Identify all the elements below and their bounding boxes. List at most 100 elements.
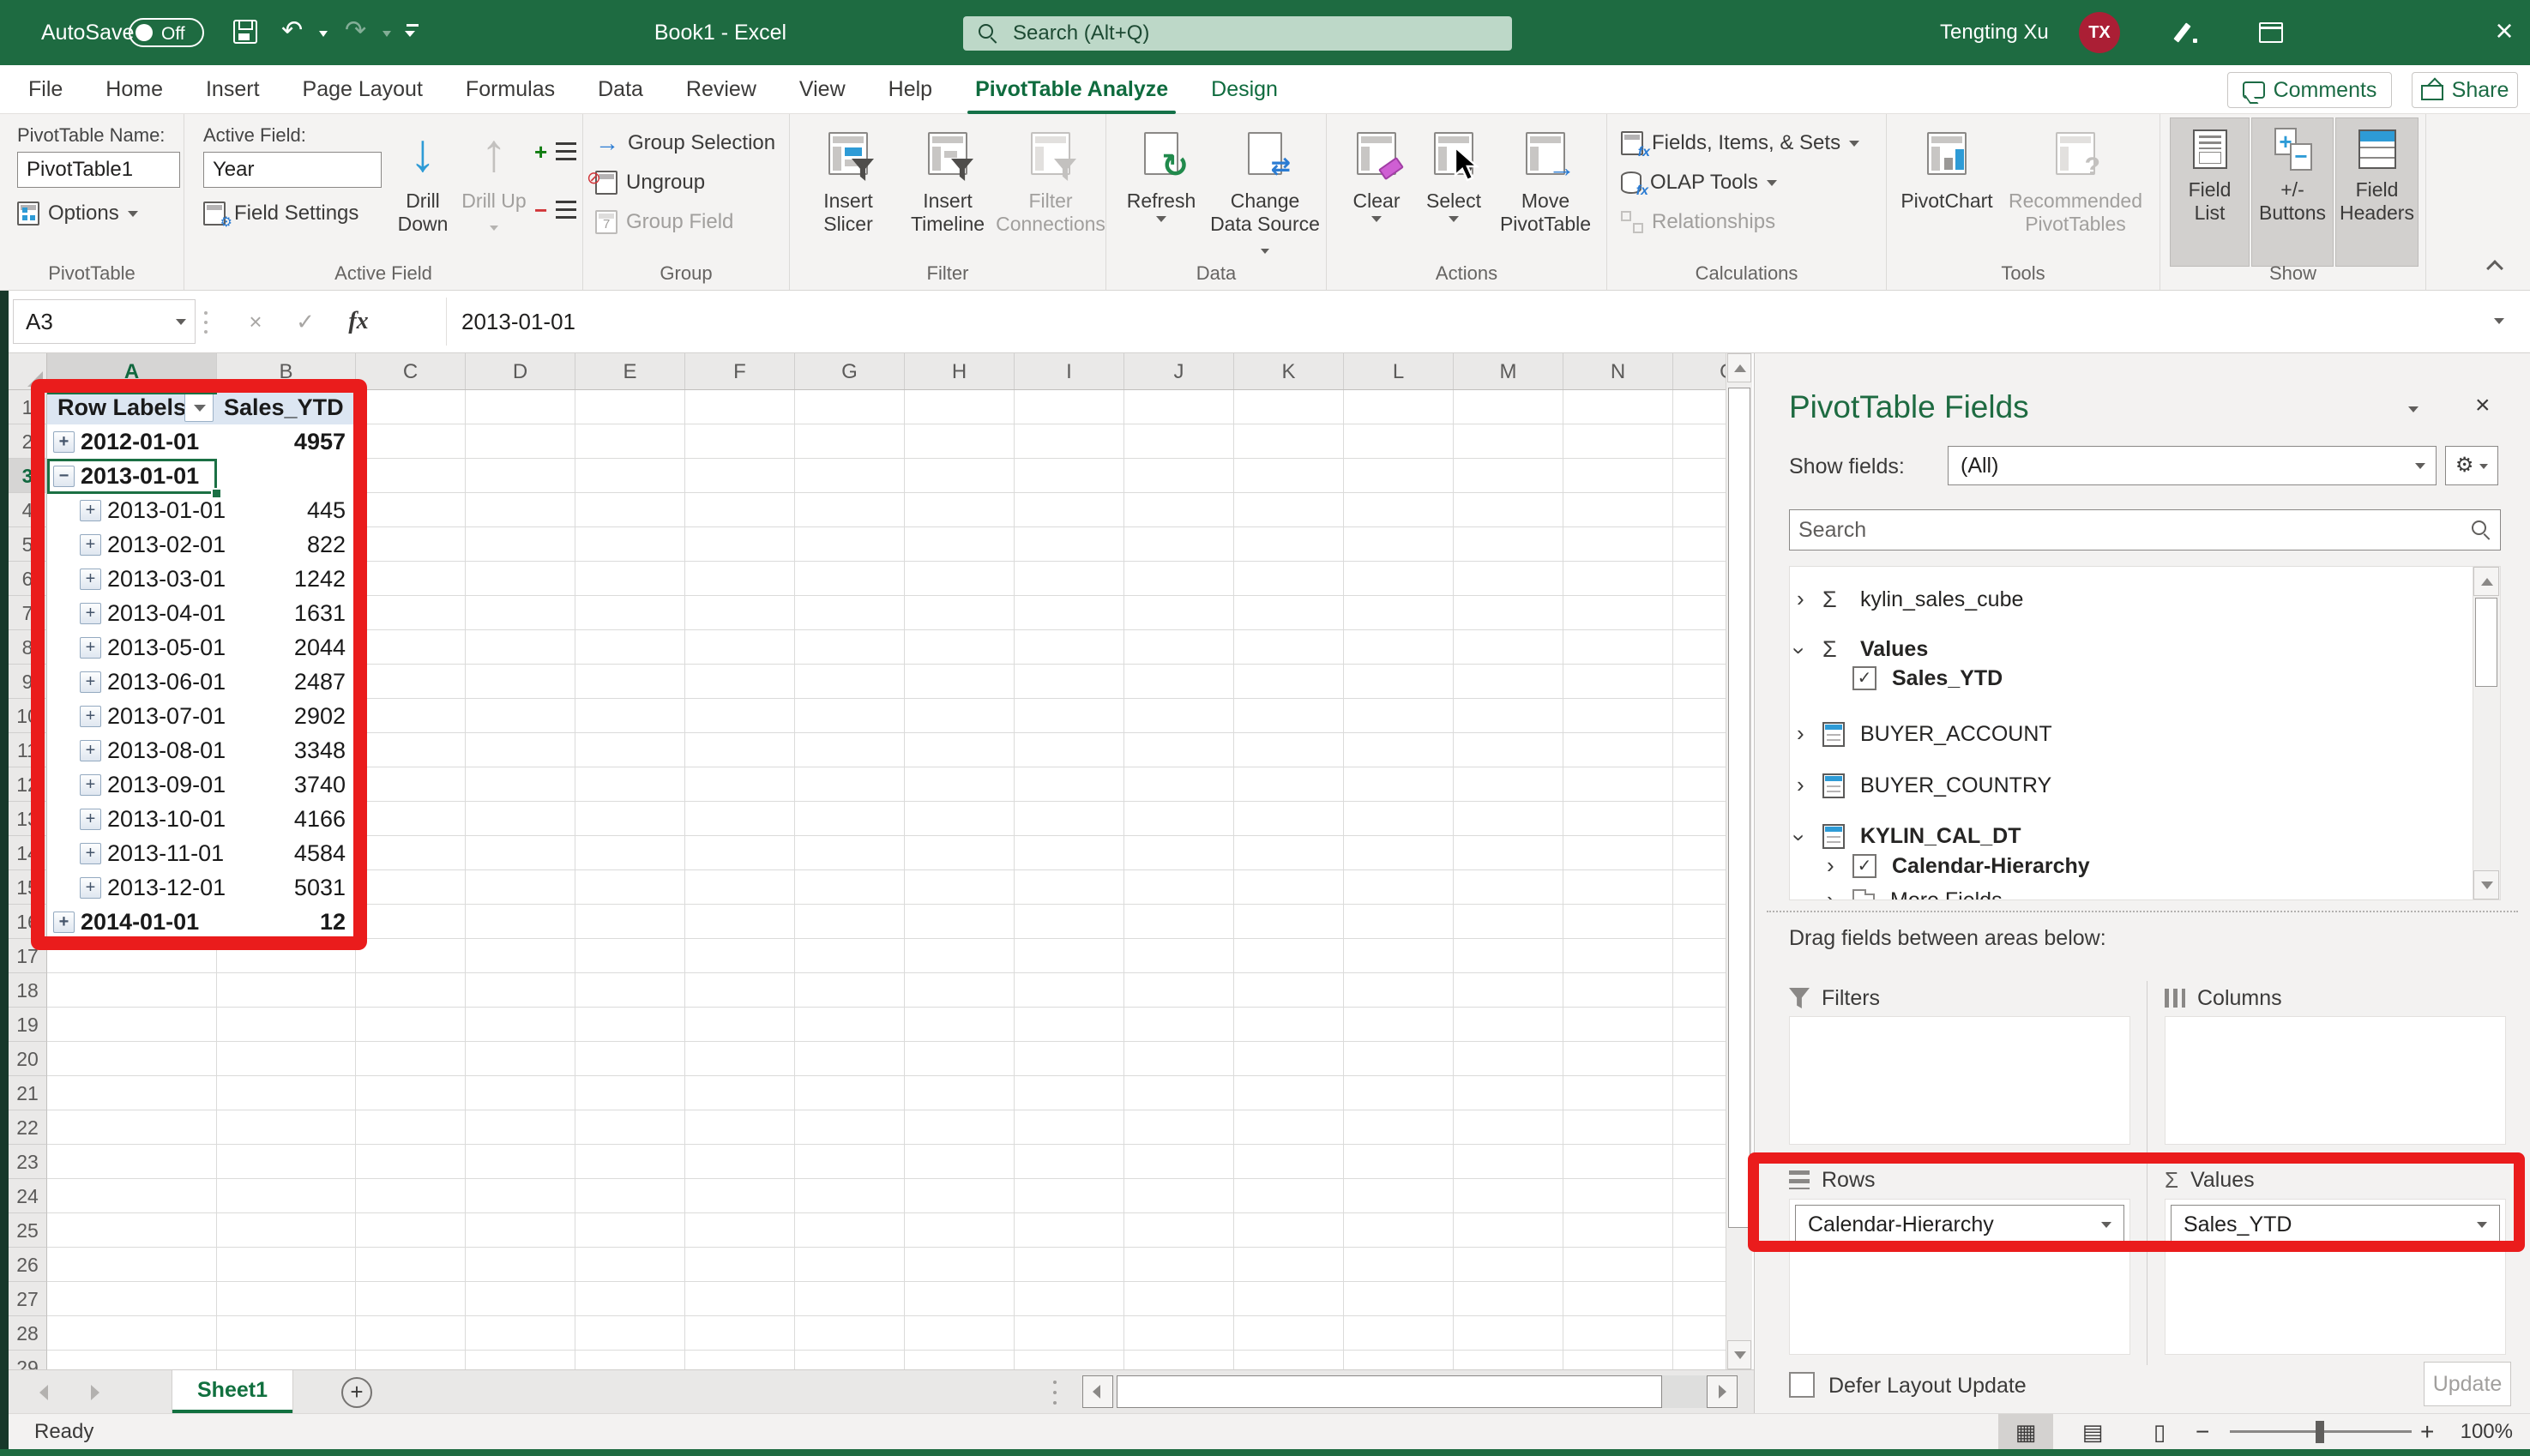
scroll-down-button[interactable] — [1727, 1340, 1751, 1369]
drill-down-button[interactable]: ↓ Drill Down — [389, 119, 457, 263]
tab-data[interactable]: Data — [576, 65, 665, 114]
save-icon[interactable] — [233, 20, 257, 44]
field-checkbox-checked[interactable]: ✓ — [1852, 854, 1876, 878]
collapse-chevron-icon[interactable]: › — [1790, 647, 1814, 655]
scroll-left-button[interactable] — [1082, 1375, 1113, 1408]
tab-file[interactable]: File — [7, 65, 84, 114]
collapse-ribbon-icon[interactable] — [2486, 260, 2503, 277]
column-header-c[interactable]: C — [356, 353, 466, 389]
row-header-21[interactable]: 21 — [9, 1076, 47, 1110]
field-list-toggle[interactable]: Field List — [2170, 117, 2250, 267]
tab-insert[interactable]: Insert — [184, 65, 281, 114]
expand-chevron-icon[interactable]: › — [1827, 885, 1834, 899]
collapse-chevron-icon[interactable]: › — [1790, 834, 1814, 842]
tab-design[interactable]: Design — [1190, 65, 1299, 114]
horizontal-scroll-thumb[interactable] — [1117, 1375, 1662, 1408]
change-data-source-button[interactable]: ⇄ Change Data Source — [1209, 119, 1321, 263]
active-field-input[interactable]: Year — [203, 152, 382, 188]
refresh-button[interactable]: ↻ Refresh — [1115, 119, 1208, 263]
comments-button[interactable]: Comments — [2227, 72, 2392, 108]
field-item-values[interactable]: › Σ Values — [1790, 634, 2469, 665]
columns-drop-area[interactable] — [2165, 1016, 2506, 1145]
row-header-29[interactable]: 29 — [9, 1351, 47, 1369]
column-header-i[interactable]: I — [1015, 353, 1124, 389]
field-item-kylin-sales-cube[interactable]: › Σkylin_sales_cube — [1790, 584, 2469, 615]
field-item-more-fields[interactable]: › More Fields — [1790, 885, 2469, 899]
tab-formulas[interactable]: Formulas — [444, 65, 576, 114]
insert-timeline-button[interactable]: Insert Timeline — [897, 119, 998, 263]
pane-tools-button[interactable]: ⚙ — [2445, 446, 2498, 485]
insert-function-icon[interactable]: fx — [336, 299, 381, 344]
formula-input[interactable]: 2013-01-01 — [461, 291, 575, 353]
expand-field-button[interactable]: + — [534, 135, 577, 169]
ribbon-display-options-icon[interactable] — [2259, 22, 2283, 43]
normal-view-button[interactable]: ▦ — [1998, 1414, 2053, 1450]
fields-scroll-thumb[interactable] — [2475, 598, 2497, 687]
undo-icon[interactable]: ↶ — [281, 0, 303, 65]
autosave-toggle[interactable]: Off — [129, 18, 204, 47]
zoom-slider-thumb[interactable] — [2316, 1421, 2324, 1443]
share-button[interactable]: Share — [2412, 72, 2518, 108]
row-header-25[interactable]: 25 — [9, 1213, 47, 1248]
tab-scroll-splitter[interactable] — [1053, 1381, 1057, 1405]
fields-scroll-down-button[interactable] — [2473, 870, 2499, 899]
column-header-f[interactable]: F — [685, 353, 795, 389]
pivottable-name-input[interactable]: PivotTable1 — [17, 152, 180, 188]
fields-list-scrollbar[interactable] — [2473, 567, 2500, 899]
quick-access-customize-icon[interactable] — [407, 24, 419, 27]
pane-options-caret-icon[interactable] — [2408, 406, 2419, 412]
ungroup-button[interactable]: ⊘ Ungroup — [587, 165, 705, 200]
column-header-d[interactable]: D — [466, 353, 575, 389]
row-header-20[interactable]: 20 — [9, 1042, 47, 1076]
minimize-button[interactable] — [2317, 0, 2377, 65]
select-button[interactable]: Select — [1415, 119, 1492, 263]
column-header-k[interactable]: K — [1234, 353, 1344, 389]
field-item-buyer-country[interactable]: › BUYER_COUNTRY — [1790, 770, 2469, 801]
expand-chevron-icon[interactable]: › — [1797, 770, 1804, 801]
row-header-24[interactable]: 24 — [9, 1179, 47, 1213]
page-layout-view-button[interactable]: ▤ — [2065, 1414, 2120, 1450]
column-header-g[interactable]: G — [795, 353, 905, 389]
field-item-kylin-cal-dt[interactable]: › KYLIN_CAL_DT — [1790, 821, 2469, 851]
tab-home[interactable]: Home — [84, 65, 184, 114]
horizontal-scroll-track[interactable] — [1662, 1375, 1707, 1408]
row-header-27[interactable]: 27 — [9, 1282, 47, 1316]
field-item-sales-ytd[interactable]: ✓ Sales_YTD — [1790, 663, 2469, 694]
pivotchart-button[interactable]: PivotChart — [1895, 119, 1998, 263]
formula-bar-splitter[interactable] — [204, 311, 208, 334]
column-header-j[interactable]: J — [1124, 353, 1234, 389]
close-button[interactable]: × — [2474, 0, 2530, 65]
expand-chevron-icon[interactable]: › — [1827, 851, 1834, 881]
scroll-right-button[interactable] — [1707, 1375, 1738, 1408]
column-header-n[interactable]: N — [1563, 353, 1673, 389]
field-settings-button[interactable]: ⚙ Field Settings — [203, 196, 358, 231]
tab-pivottable-analyze[interactable]: PivotTable Analyze — [954, 65, 1190, 114]
name-box[interactable]: A3 — [13, 299, 196, 344]
olap-tools-button[interactable]: fx OLAP Tools — [1621, 165, 1777, 200]
row-header-19[interactable]: 19 — [9, 1008, 47, 1042]
expand-chevron-icon[interactable]: › — [1797, 584, 1804, 615]
show-fields-dropdown[interactable]: (All) — [1948, 446, 2437, 485]
options-button[interactable]: Options — [17, 196, 138, 231]
zoom-level[interactable]: 100% — [2451, 1414, 2513, 1450]
collapse-field-button[interactable]: − — [534, 193, 577, 227]
move-pivottable-button[interactable]: → Move PivotTable — [1492, 119, 1599, 263]
ink-pen-icon[interactable] — [2176, 21, 2200, 45]
row-header-28[interactable]: 28 — [9, 1316, 47, 1351]
undo-dropdown-icon[interactable] — [319, 31, 328, 37]
zoom-out-button[interactable]: − — [2196, 1414, 2209, 1450]
avatar[interactable]: TX — [2079, 12, 2120, 53]
zoom-in-button[interactable]: + — [2420, 1414, 2434, 1450]
expand-chevron-icon[interactable]: › — [1797, 719, 1804, 749]
row-header-18[interactable]: 18 — [9, 973, 47, 1008]
clear-button[interactable]: Clear — [1338, 119, 1415, 263]
sheet-tab-sheet1[interactable]: Sheet1 — [172, 1370, 293, 1414]
maximize-button[interactable] — [2400, 0, 2460, 65]
group-selection-button[interactable]: → Group Selection — [595, 126, 775, 160]
search-input[interactable]: Search (Alt+Q) — [963, 16, 1512, 51]
column-header-e[interactable]: E — [575, 353, 685, 389]
column-header-o[interactable]: O — [1673, 353, 1726, 389]
fields-search-input[interactable]: Search — [1789, 509, 2501, 551]
plus-minus-buttons-toggle[interactable]: + − +/- Buttons — [2251, 117, 2334, 267]
column-header-h[interactable]: H — [905, 353, 1015, 389]
